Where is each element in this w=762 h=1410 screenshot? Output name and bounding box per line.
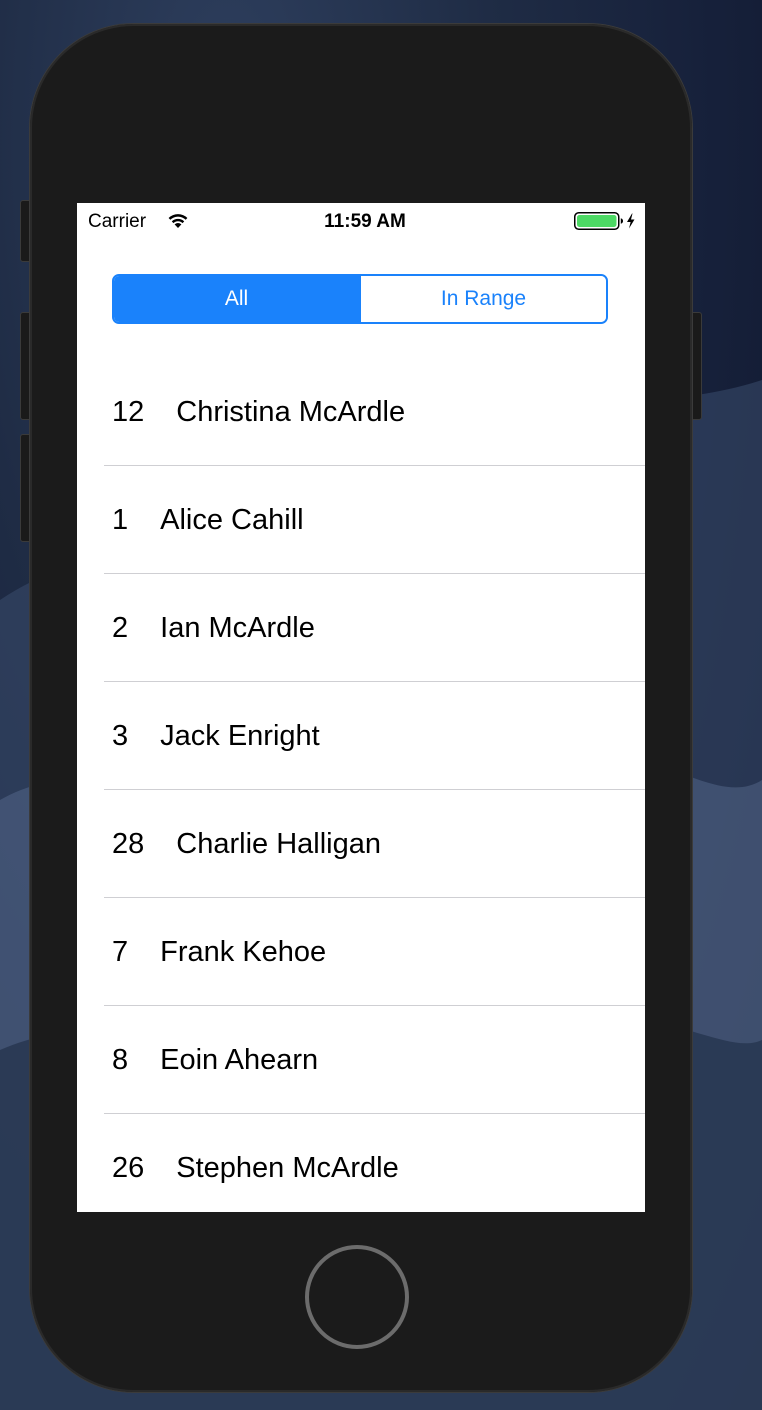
player-name: Eoin Ahearn <box>160 1043 319 1076</box>
player-number: 7 <box>112 935 129 968</box>
player-number: 12 <box>112 395 145 428</box>
player-name: Jack Enright <box>160 719 320 752</box>
player-number: 8 <box>112 1043 129 1076</box>
list-item[interactable]: 3 Jack Enright <box>77 682 645 790</box>
segmented-control: All In Range <box>112 274 608 324</box>
segment-all[interactable]: All <box>114 276 359 322</box>
player-name: Charlie Halligan <box>176 827 381 860</box>
player-list: 12 Christina McArdle 1 Alice Cahill 2 Ia… <box>77 358 645 1212</box>
list-item[interactable]: 1 Alice Cahill <box>77 466 645 574</box>
list-item[interactable]: 26 Stephen McArdle <box>77 1114 645 1212</box>
status-bar: Carrier 11:59 AM <box>77 203 645 239</box>
app-screen: Carrier 11:59 AM All In Range 12 Christi… <box>77 203 645 1212</box>
player-number: 26 <box>112 1151 145 1184</box>
player-name: Christina McArdle <box>176 395 406 428</box>
home-button[interactable] <box>305 1245 409 1349</box>
player-name: Alice Cahill <box>160 503 304 536</box>
player-name: Frank Kehoe <box>160 935 327 968</box>
list-item[interactable]: 2 Ian McArdle <box>77 574 645 682</box>
status-time: 11:59 AM <box>324 211 406 232</box>
player-name: Ian McArdle <box>160 611 315 644</box>
list-item[interactable]: 12 Christina McArdle <box>77 358 645 466</box>
battery-charging-icon <box>574 212 635 230</box>
player-name: Stephen McArdle <box>176 1151 399 1184</box>
list-item[interactable]: 7 Frank Kehoe <box>77 898 645 1006</box>
player-number: 3 <box>112 719 129 752</box>
player-number: 2 <box>112 611 129 644</box>
player-number: 28 <box>112 827 145 860</box>
segment-in-range[interactable]: In Range <box>359 276 606 322</box>
list-item[interactable]: 8 Eoin Ahearn <box>77 1006 645 1114</box>
list-item[interactable]: 28 Charlie Halligan <box>77 790 645 898</box>
player-number: 1 <box>112 503 129 536</box>
